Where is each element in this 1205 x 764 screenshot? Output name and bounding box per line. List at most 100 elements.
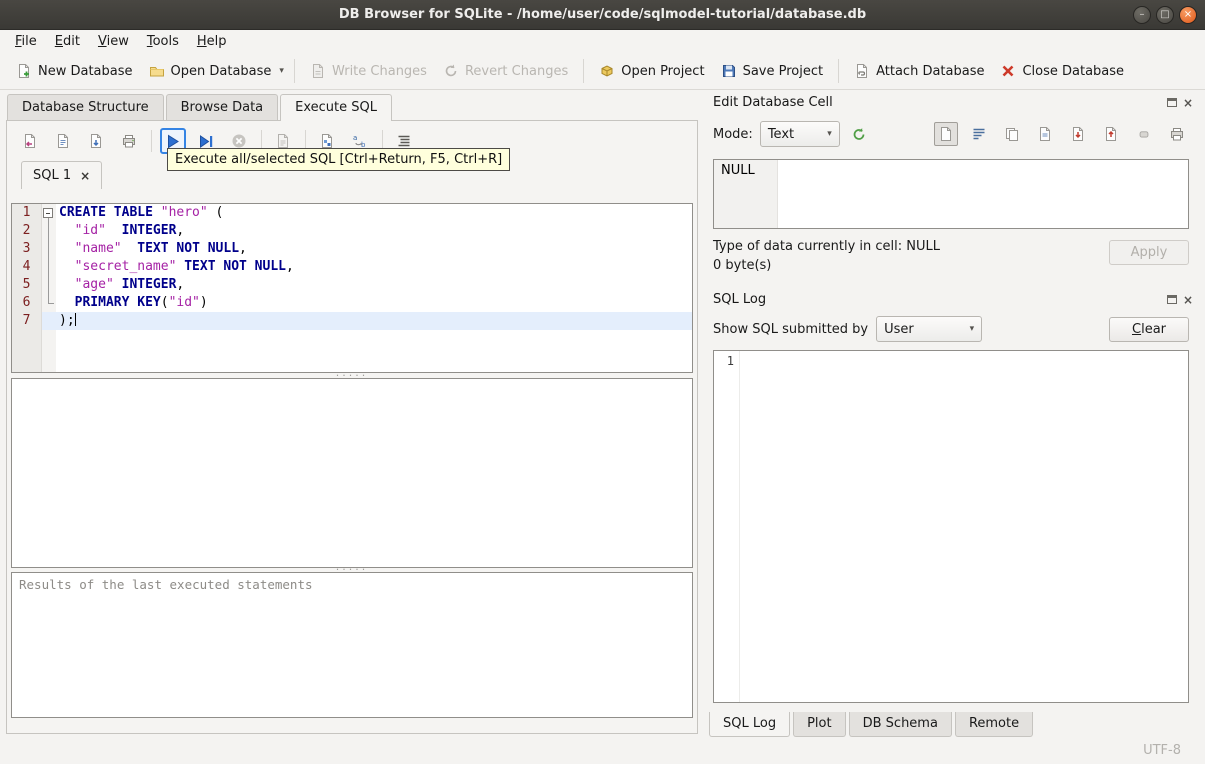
mode-select[interactable]: Text ▾: [759, 121, 840, 147]
sql-code-editor[interactable]: 1 CREATE TABLE "hero" (2 "id" INTEGER, 3 "…: [11, 203, 693, 373]
close-icon: ×: [1183, 9, 1193, 20]
fold-marker-icon[interactable]: [42, 204, 56, 222]
close-dock-icon[interactable]: ×: [1183, 294, 1193, 306]
paste-cell-button[interactable]: [1033, 122, 1057, 146]
results-placeholder: Results of the last executed statements: [19, 577, 313, 592]
new-database-label: New Database: [38, 63, 133, 79]
right-panel: Edit Database Cell × Mode: Text ▾ NULL T…: [705, 92, 1197, 738]
fold-margin: [42, 276, 56, 294]
title-bar[interactable]: DB Browser for SQLite - /home/user/code/…: [0, 0, 1205, 30]
sql-log-filter-row: Show SQL submitted by User ▾ Clear: [705, 310, 1197, 348]
export-cell-data-button[interactable]: [1099, 122, 1123, 146]
line-number: 7: [12, 312, 42, 330]
tab-sql-log[interactable]: SQL Log: [709, 710, 791, 737]
open-database-button[interactable]: Open Database: [141, 58, 280, 84]
menu-tools[interactable]: Tools: [138, 32, 188, 51]
open-sql-file-button[interactable]: [17, 128, 43, 154]
text-document-icon: [938, 126, 954, 142]
editor-line[interactable]: 1 CREATE TABLE "hero" (: [12, 204, 692, 222]
tab-plot[interactable]: Plot: [793, 712, 846, 737]
toolbar-separator: [293, 59, 295, 83]
save-project-label: Save Project: [742, 63, 824, 79]
save-sql-file-button[interactable]: [50, 128, 76, 154]
save-project-button[interactable]: Save Project: [713, 58, 832, 84]
code-text: "secret_name" TEXT NOT NULL,: [74, 259, 294, 274]
tab-close-icon[interactable]: ×: [80, 169, 90, 183]
menu-file[interactable]: File: [6, 32, 46, 51]
text-mode-button[interactable]: [934, 122, 958, 146]
maximize-button[interactable]: □: [1156, 6, 1174, 24]
main-tab-bar: Database Structure Browse Data Execute S…: [6, 94, 698, 121]
sql-document-tab[interactable]: SQL 1 ×: [21, 161, 103, 189]
results-grid-pane[interactable]: [11, 378, 693, 568]
open-database-icon: [149, 63, 165, 79]
write-changes-icon: [310, 63, 326, 79]
tab-remote[interactable]: Remote: [954, 712, 1034, 737]
editor-line[interactable]: 4 "secret_name" TEXT NOT NULL,: [12, 258, 692, 276]
edit-cell-title: Edit Database Cell: [713, 95, 833, 110]
copy-cell-button[interactable]: [1000, 122, 1024, 146]
log-filter-label: Show SQL submitted by: [713, 321, 869, 337]
cell-edit-area[interactable]: [778, 160, 1188, 228]
write-changes-button[interactable]: Write Changes: [302, 58, 435, 84]
menu-bar: File Edit View Tools Help: [0, 30, 1205, 53]
open-project-icon: [599, 63, 615, 79]
line-number: 6: [12, 294, 42, 312]
code-text: );: [56, 312, 692, 330]
attach-database-label: Attach Database: [876, 63, 985, 79]
sql-editor-lines: 1 CREATE TABLE "hero" (2 "id" INTEGER, 3 "…: [12, 204, 692, 372]
find-icon: [319, 133, 335, 149]
replace-icon: ab: [352, 133, 368, 149]
editor-line[interactable]: 7);: [12, 312, 692, 330]
printer-icon: [1169, 126, 1185, 142]
open-project-button[interactable]: Open Project: [591, 58, 712, 84]
code-text: "id" INTEGER,: [74, 223, 185, 238]
autoformat-button[interactable]: [847, 122, 871, 146]
save-sql-file-as-button[interactable]: [83, 128, 109, 154]
menu-edit[interactable]: Edit: [46, 32, 89, 51]
cell-value-editor[interactable]: NULL: [713, 159, 1189, 229]
revert-changes-button[interactable]: Revert Changes: [435, 58, 576, 84]
open-database-dropdown[interactable]: ▾: [276, 61, 287, 81]
close-database-button[interactable]: Close Database: [992, 58, 1132, 84]
chevron-down-icon: ▾: [827, 129, 832, 139]
sql-log-header: SQL Log ×: [705, 289, 1197, 310]
print-sql-button[interactable]: [116, 128, 142, 154]
open-database-label: Open Database: [170, 63, 272, 79]
menu-help[interactable]: Help: [188, 32, 236, 51]
tab-db-schema[interactable]: DB Schema: [848, 712, 952, 737]
close-button[interactable]: ×: [1179, 6, 1197, 24]
tab-database-structure[interactable]: Database Structure: [7, 94, 164, 121]
null-icon: [1136, 126, 1152, 142]
attach-database-button[interactable]: Attach Database: [846, 58, 992, 84]
minimize-button[interactable]: –: [1133, 6, 1151, 24]
execution-log-pane[interactable]: Results of the last executed statements: [11, 572, 693, 718]
log-filter-value: User: [884, 321, 914, 337]
editor-line[interactable]: 3 "name" TEXT NOT NULL,: [12, 240, 692, 258]
apply-button[interactable]: Apply: [1109, 240, 1189, 265]
mode-value: Text: [767, 126, 795, 142]
word-wrap-button[interactable]: [967, 122, 991, 146]
tab-browse-data[interactable]: Browse Data: [165, 94, 279, 121]
refresh-icon: [851, 126, 867, 142]
tab-execute-sql[interactable]: Execute SQL: [280, 94, 393, 121]
clear-log-button[interactable]: Clear: [1109, 316, 1189, 342]
editor-line[interactable]: 2 "id" INTEGER,: [12, 222, 692, 240]
align-lines-icon: [971, 126, 987, 142]
print-cell-button[interactable]: [1165, 122, 1189, 146]
log-filter-select[interactable]: User ▾: [876, 316, 983, 342]
close-dock-icon[interactable]: ×: [1183, 97, 1193, 109]
float-dock-icon[interactable]: [1166, 98, 1177, 107]
editor-line[interactable]: 6 PRIMARY KEY("id"): [12, 294, 692, 312]
toolbar-separator: [838, 59, 840, 83]
export-results-icon: [275, 133, 291, 149]
sql-log-view[interactable]: 1: [713, 350, 1189, 703]
close-database-label: Close Database: [1022, 63, 1125, 79]
editor-empty-area[interactable]: [12, 330, 692, 372]
menu-view[interactable]: View: [89, 32, 138, 51]
import-cell-data-button[interactable]: [1066, 122, 1090, 146]
editor-line[interactable]: 5 "age" INTEGER,: [12, 276, 692, 294]
float-dock-icon[interactable]: [1166, 295, 1177, 304]
set-null-button[interactable]: [1132, 122, 1156, 146]
new-database-button[interactable]: New Database: [8, 58, 141, 84]
